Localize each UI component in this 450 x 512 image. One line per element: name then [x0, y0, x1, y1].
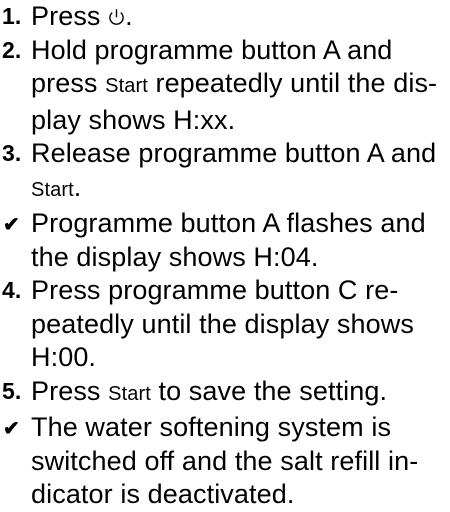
result-text: The water softening system is switched o… [31, 412, 419, 509]
result-marker: ✔ [0, 207, 31, 243]
power-icon [108, 2, 125, 25]
step-text: Press . [31, 0, 450, 34]
checkmark-icon: ✔ [3, 418, 20, 440]
start-keyword: Start [31, 178, 74, 201]
start-keyword: Start [105, 75, 148, 97]
start-keyword: Start [108, 382, 151, 405]
step-text-before-icon: Press [31, 1, 101, 31]
step-text: Hold programme button A and press Start … [31, 34, 450, 138]
step-text-before: Press [31, 375, 109, 406]
step-number: 2. [2, 36, 22, 63]
result-1: ✔ Programme button A flashes and the dis… [0, 207, 450, 274]
step-2: 2. Hold programme button A and press Sta… [0, 34, 450, 138]
step-text-before: Release programme button A and [31, 138, 437, 168]
step-number: 1. [2, 3, 22, 29]
step-text-after-icon: . [125, 1, 133, 31]
step-text-after: . [73, 171, 82, 202]
step-5: 5. Press Start to save the setting. [0, 375, 450, 412]
step-4: 4. Press programme button C re-peatedly … [0, 274, 450, 375]
checkmark-icon: ✔ [3, 214, 20, 236]
result-text: Programme button A flashes and the displ… [31, 208, 426, 272]
step-number: 5. [2, 377, 22, 404]
step-1: 1. Press . [0, 0, 450, 34]
step-number: 4. [2, 277, 22, 303]
step-text: Press programme button C re-peatedly unt… [31, 275, 414, 372]
result-marker: ✔ [0, 411, 31, 447]
step-number: 3. [2, 140, 22, 166]
instruction-steps: 1. Press . 2. Hold programme button A an… [0, 0, 450, 512]
step-3: 3. Release programme button A and Start. [0, 137, 450, 207]
step-text: Press Start to save the setting. [31, 375, 450, 412]
step-text-after: to save the setting. [150, 375, 388, 406]
result-2: ✔ The water softening system is switched… [0, 411, 450, 512]
step-text: Release programme button A and Start. [31, 137, 450, 207]
